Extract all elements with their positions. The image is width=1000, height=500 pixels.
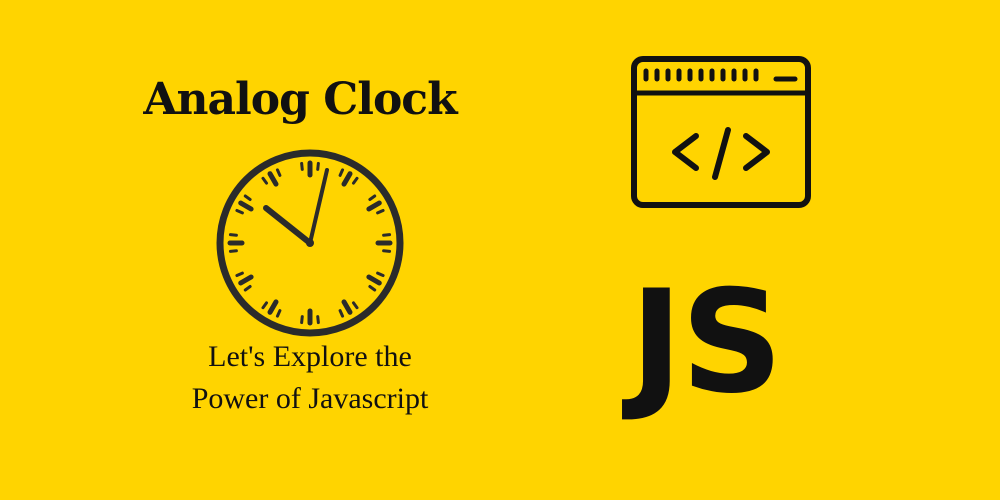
clock-minor-tick (300, 315, 304, 325)
minute-hand (308, 168, 329, 245)
clock-minor-tick (338, 168, 345, 177)
clock-major-tick (238, 200, 254, 212)
clock-minor-tick (376, 208, 385, 215)
clock-minor-tick (368, 284, 377, 292)
clock-minor-tick (338, 309, 345, 318)
clock-major-tick (238, 274, 254, 286)
clock-minor-tick (235, 271, 244, 278)
clock-minor-tick (300, 161, 304, 171)
clock-icon (216, 149, 404, 337)
clock-minor-tick (261, 301, 269, 310)
clock-major-tick (341, 299, 353, 315)
clock-minor-tick (376, 271, 385, 278)
clock-major-tick (366, 274, 382, 286)
clock-minor-tick (261, 176, 269, 185)
clock-minor-tick (275, 309, 282, 318)
clock-minor-tick (316, 161, 320, 171)
clock-minor-tick (351, 176, 359, 185)
clock-minor-tick (243, 194, 252, 202)
clock-major-tick (267, 299, 279, 315)
clock-minor-tick (382, 233, 392, 237)
page-title: Analog Clock (143, 74, 457, 125)
clock-minor-tick (235, 208, 244, 215)
clock-major-tick (267, 171, 279, 187)
clock-major-tick (366, 200, 382, 212)
clock-minor-tick (243, 284, 252, 292)
hour-hand (263, 205, 313, 246)
clock-minor-tick (228, 233, 238, 237)
clock-minor-tick (382, 249, 392, 253)
clock-minor-tick (351, 301, 359, 310)
banner: Analog Clock Let's Explore the Power of … (0, 0, 1000, 500)
tagline: Let's Explore the Power of Javascript (100, 336, 520, 420)
clock-major-tick (341, 171, 353, 187)
clock-minor-tick (368, 194, 377, 202)
clock-minor-tick (228, 249, 238, 253)
js-logo-text: JS (630, 260, 783, 425)
code-window-icon (631, 56, 811, 208)
tagline-line-2: Power of Javascript (191, 382, 429, 415)
clock-minor-tick (316, 315, 320, 325)
clock-minor-tick (275, 168, 282, 177)
tagline-line-1: Let's Explore the (208, 340, 412, 373)
